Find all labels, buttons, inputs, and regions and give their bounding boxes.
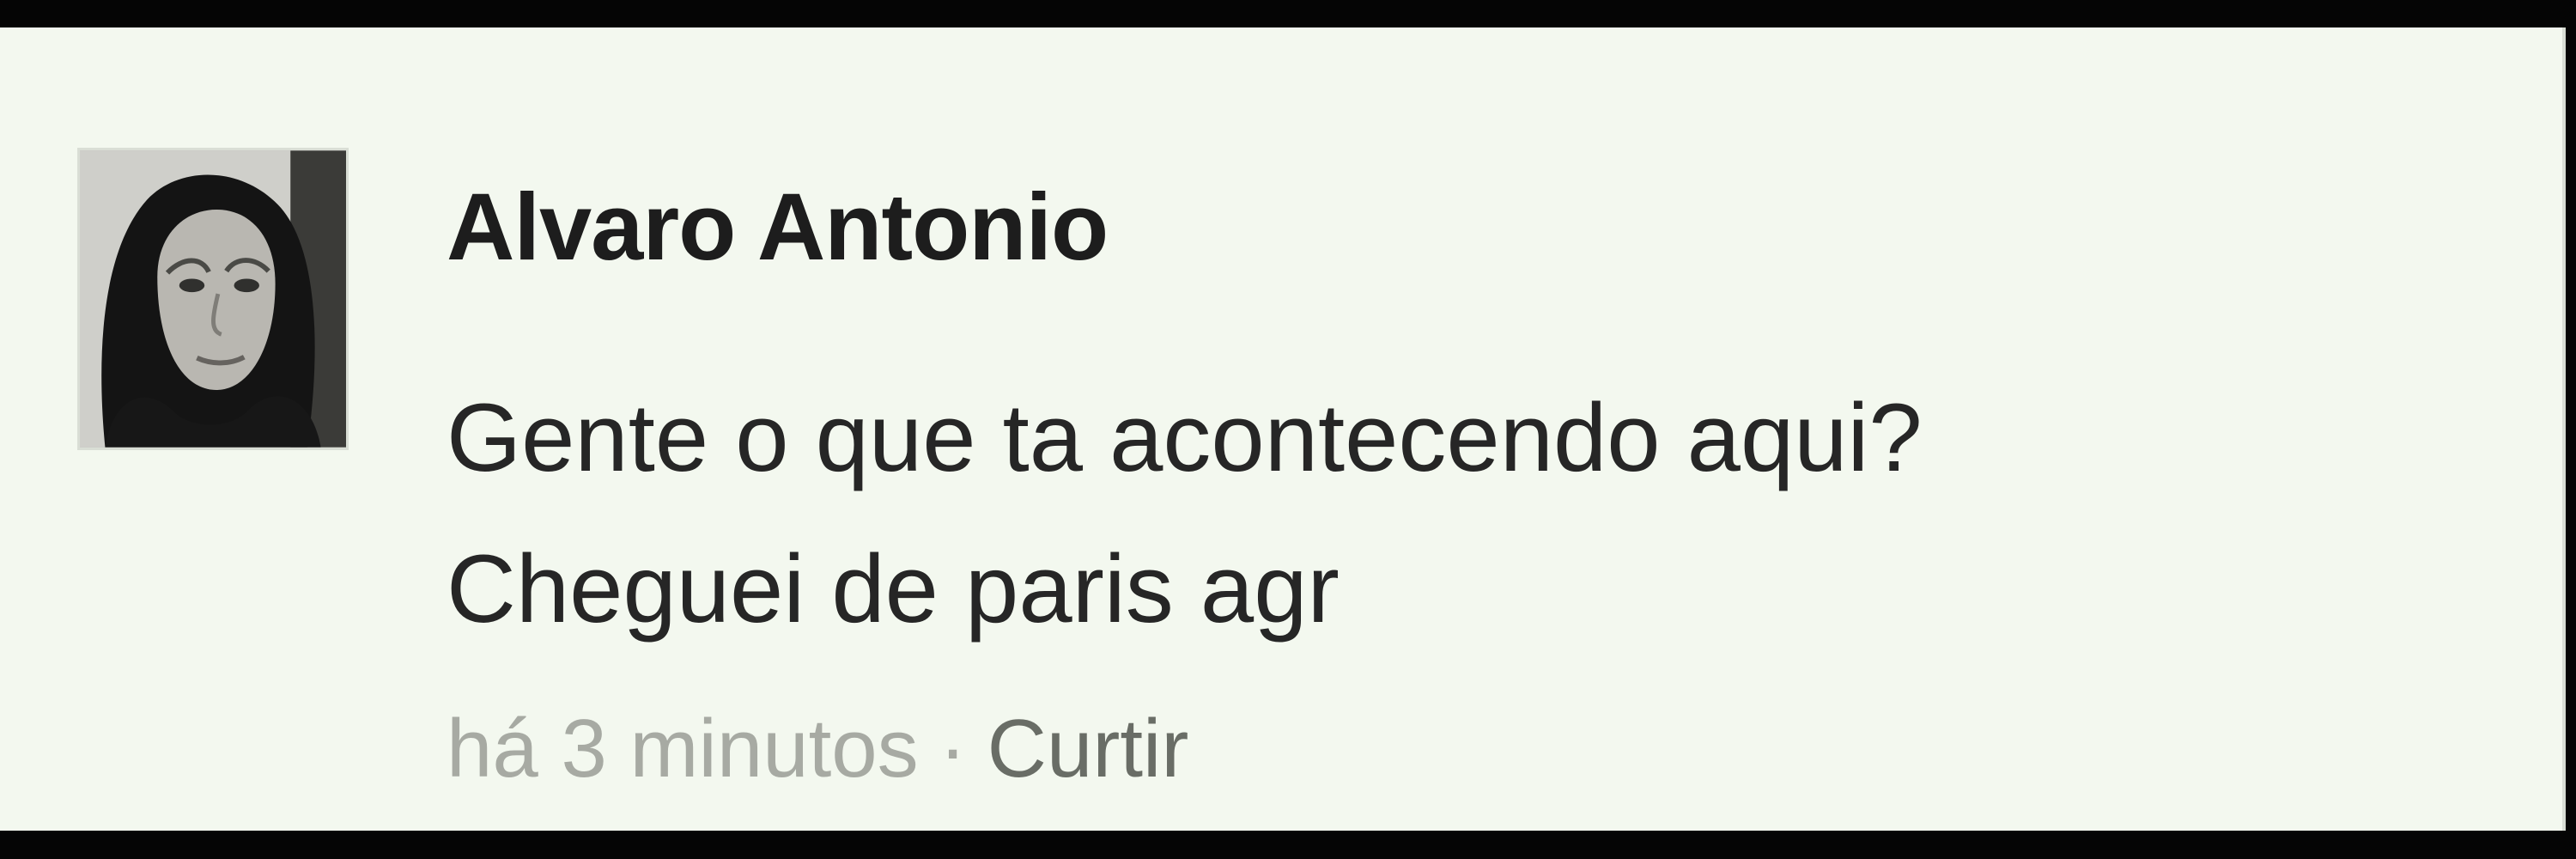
comment-timestamp[interactable]: há 3 minutos	[447, 703, 919, 795]
meta-separator: ·	[939, 703, 967, 795]
screenshot-frame: Alvaro Antonio Gente o que ta acontecend…	[0, 0, 2576, 859]
like-button[interactable]: Curtir	[987, 703, 1189, 795]
comment-message-line: Cheguei de paris agr	[447, 535, 1340, 643]
comment-meta: há 3 minutos · Curtir	[447, 708, 1188, 790]
profile-photo-icon	[80, 150, 346, 448]
comment-card: Alvaro Antonio Gente o que ta acontecend…	[0, 27, 2566, 831]
comment-message-line: Gente o que ta acontecendo aqui?	[447, 384, 1923, 491]
comment-message: Gente o que ta acontecendo aqui? Cheguei…	[447, 362, 2473, 665]
avatar[interactable]	[77, 148, 349, 450]
comment-author[interactable]: Alvaro Antonio	[447, 180, 1109, 275]
